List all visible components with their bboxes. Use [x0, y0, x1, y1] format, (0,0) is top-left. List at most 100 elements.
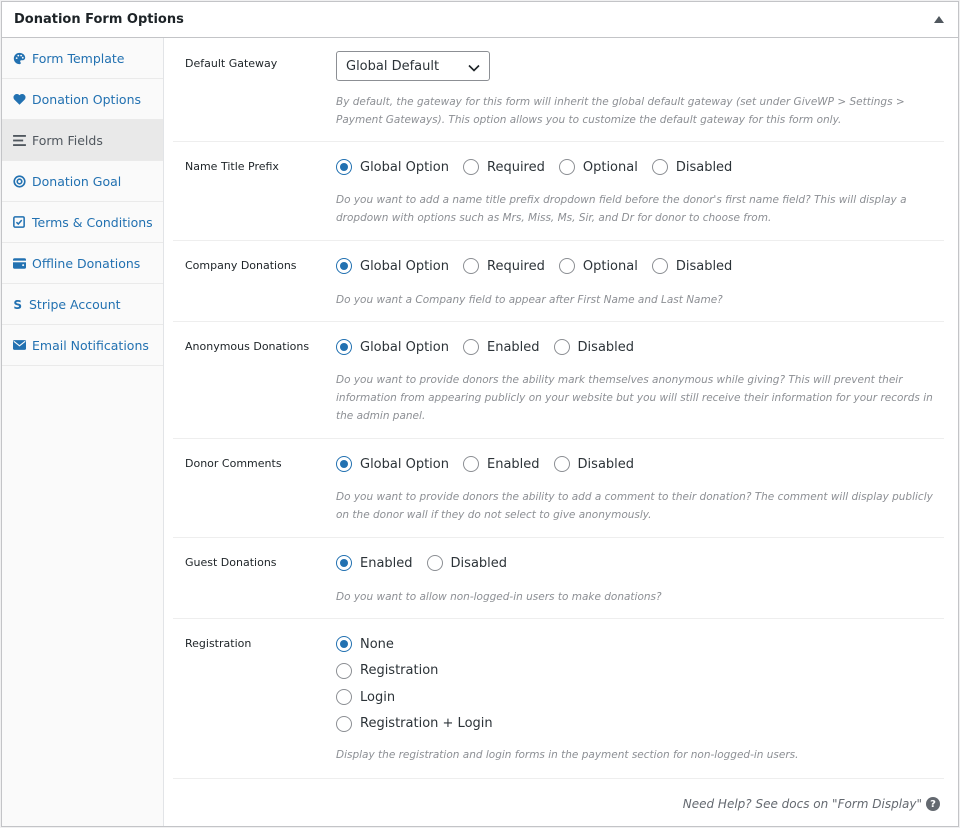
- radio-button[interactable]: [553, 456, 570, 472]
- registration-row: Registration None Registration Login Reg…: [173, 619, 944, 779]
- radio-label: Enabled: [487, 339, 540, 355]
- sidebar-nav: Form Template Donation Options Form Fiel…: [2, 38, 164, 826]
- radio-option[interactable]: Disabled: [553, 455, 635, 473]
- radio-option[interactable]: Required: [463, 158, 545, 176]
- radio-option[interactable]: Disabled: [553, 338, 634, 356]
- radio-option[interactable]: Optional: [558, 158, 638, 176]
- target-icon: [12, 174, 26, 188]
- radio-button[interactable]: [651, 159, 668, 175]
- radio-button[interactable]: [336, 258, 352, 274]
- radio-button[interactable]: [336, 456, 352, 472]
- radio-option[interactable]: Disabled: [426, 554, 507, 572]
- radio-label: Disabled: [675, 159, 733, 175]
- sidebar-item-stripe-account[interactable]: S Stripe Account: [2, 284, 163, 325]
- field-description: Do you want to provide donors the abilit…: [336, 374, 933, 422]
- radio-option[interactable]: Enabled: [336, 554, 413, 572]
- radio-button[interactable]: [463, 339, 479, 355]
- default-gateway-select[interactable]: Global Default: [336, 51, 490, 81]
- radio-label: Global Option: [360, 456, 449, 472]
- radio-group-company-donations: Global Option Required Optional Disabled: [336, 257, 944, 275]
- donation-form-options-panel: Donation Form Options Form Template Dona…: [1, 1, 959, 827]
- sidebar-item-label: Donation Options: [32, 91, 142, 107]
- radio-group-anonymous-donations: Global Option Enabled Disabled: [336, 338, 944, 356]
- sidebar-item-email-notifications[interactable]: Email Notifications: [2, 325, 163, 366]
- heart-icon: [12, 92, 26, 106]
- field-description: Display the registration and login forms…: [336, 749, 799, 761]
- radio-option[interactable]: Enabled: [463, 338, 540, 356]
- field-description: By default, the gateway for this form wi…: [336, 96, 905, 126]
- field-label: Name Title Prefix: [185, 160, 279, 173]
- radio-button[interactable]: [336, 636, 352, 652]
- radio-option[interactable]: Global Option: [336, 158, 449, 176]
- default-gateway-row: Default Gateway Global Default By defaul…: [173, 38, 944, 142]
- sidebar-item-donation-options[interactable]: Donation Options: [2, 79, 163, 120]
- field-label: Anonymous Donations: [185, 340, 310, 353]
- envelope-icon: [12, 338, 26, 352]
- radio-label: Registration: [360, 663, 439, 678]
- panel-header: Donation Form Options: [2, 2, 958, 38]
- radio-button[interactable]: [558, 159, 575, 175]
- sidebar-item-offline-donations[interactable]: Offline Donations: [2, 243, 163, 284]
- radio-label: Optional: [582, 159, 638, 175]
- help-link[interactable]: Need Help? See docs on "Form Display" ?: [683, 797, 940, 811]
- field-description: Do you want to add a name title prefix d…: [336, 194, 907, 224]
- sidebar-item-form-template[interactable]: Form Template: [2, 38, 163, 79]
- field-label: Guest Donations: [185, 556, 277, 569]
- radio-option[interactable]: Enabled: [463, 455, 540, 473]
- radio-option[interactable]: Global Option: [336, 338, 449, 356]
- select-value: Global Default: [346, 58, 440, 74]
- collapse-toggle-icon[interactable]: [934, 16, 944, 23]
- radio-button[interactable]: [336, 159, 352, 175]
- radio-label: Required: [487, 258, 545, 274]
- sidebar-item-donation-goal[interactable]: Donation Goal: [2, 161, 163, 202]
- donor-comments-row: Donor Comments Global Option Enabled Dis…: [173, 439, 944, 538]
- radio-button[interactable]: [463, 159, 479, 175]
- field-description: Do you want to provide donors the abilit…: [336, 491, 933, 521]
- radio-option[interactable]: Global Option: [336, 455, 449, 473]
- radio-button[interactable]: [336, 555, 352, 571]
- sidebar-item-label: Offline Donations: [32, 255, 141, 271]
- guest-donations-row: Guest Donations Enabled Disabled Do you …: [173, 538, 944, 619]
- sidebar-item-label: Donation Goal: [32, 173, 122, 189]
- radio-option[interactable]: Registration: [336, 662, 438, 680]
- radio-option[interactable]: Disabled: [651, 158, 733, 176]
- radio-button[interactable]: [426, 555, 443, 571]
- radio-option[interactable]: Registration + Login: [336, 715, 493, 733]
- radio-button[interactable]: [553, 339, 570, 355]
- radio-option[interactable]: None: [336, 635, 394, 653]
- radio-button[interactable]: [336, 715, 352, 732]
- radio-button[interactable]: [463, 258, 479, 274]
- company-donations-row: Company Donations Global Option Required…: [173, 241, 944, 322]
- sidebar-item-form-fields[interactable]: Form Fields: [2, 120, 163, 161]
- radio-label: Required: [487, 159, 545, 175]
- checkbox-icon: [12, 215, 26, 229]
- wallet-icon: [12, 256, 26, 270]
- field-description: Do you want a Company field to appear af…: [336, 294, 723, 306]
- radio-option[interactable]: Global Option: [336, 257, 449, 275]
- lines-icon: [12, 133, 26, 147]
- radio-label: Global Option: [360, 339, 449, 355]
- radio-option[interactable]: Login: [336, 688, 395, 706]
- radio-button[interactable]: [463, 456, 479, 472]
- radio-label: Login: [360, 689, 396, 705]
- help-text[interactable]: Need Help? See docs on "Form Display": [683, 797, 922, 811]
- radio-option[interactable]: Optional: [558, 257, 638, 275]
- radio-button[interactable]: [336, 662, 352, 679]
- radio-group-guest-donations: Enabled Disabled: [336, 554, 944, 572]
- anonymous-donations-row: Anonymous Donations Global Option Enable…: [173, 322, 944, 439]
- palette-icon: [12, 51, 26, 65]
- radio-button[interactable]: [558, 258, 575, 274]
- radio-button[interactable]: [336, 339, 352, 355]
- radio-option[interactable]: Disabled: [651, 257, 732, 275]
- sidebar-item-terms-conditions[interactable]: Terms & Conditions: [2, 202, 163, 243]
- radio-group-registration: None Registration Login Registration + L…: [336, 635, 944, 741]
- sidebar-item-label: Form Fields: [32, 132, 103, 148]
- radio-label: Enabled: [360, 555, 413, 571]
- question-icon[interactable]: ?: [926, 797, 940, 811]
- radio-label: Disabled: [577, 456, 635, 472]
- radio-group-donor-comments: Global Option Enabled Disabled: [336, 455, 944, 473]
- svg-text:S: S: [13, 298, 22, 311]
- radio-button[interactable]: [336, 689, 352, 705]
- radio-option[interactable]: Required: [463, 257, 545, 275]
- radio-button[interactable]: [651, 258, 668, 274]
